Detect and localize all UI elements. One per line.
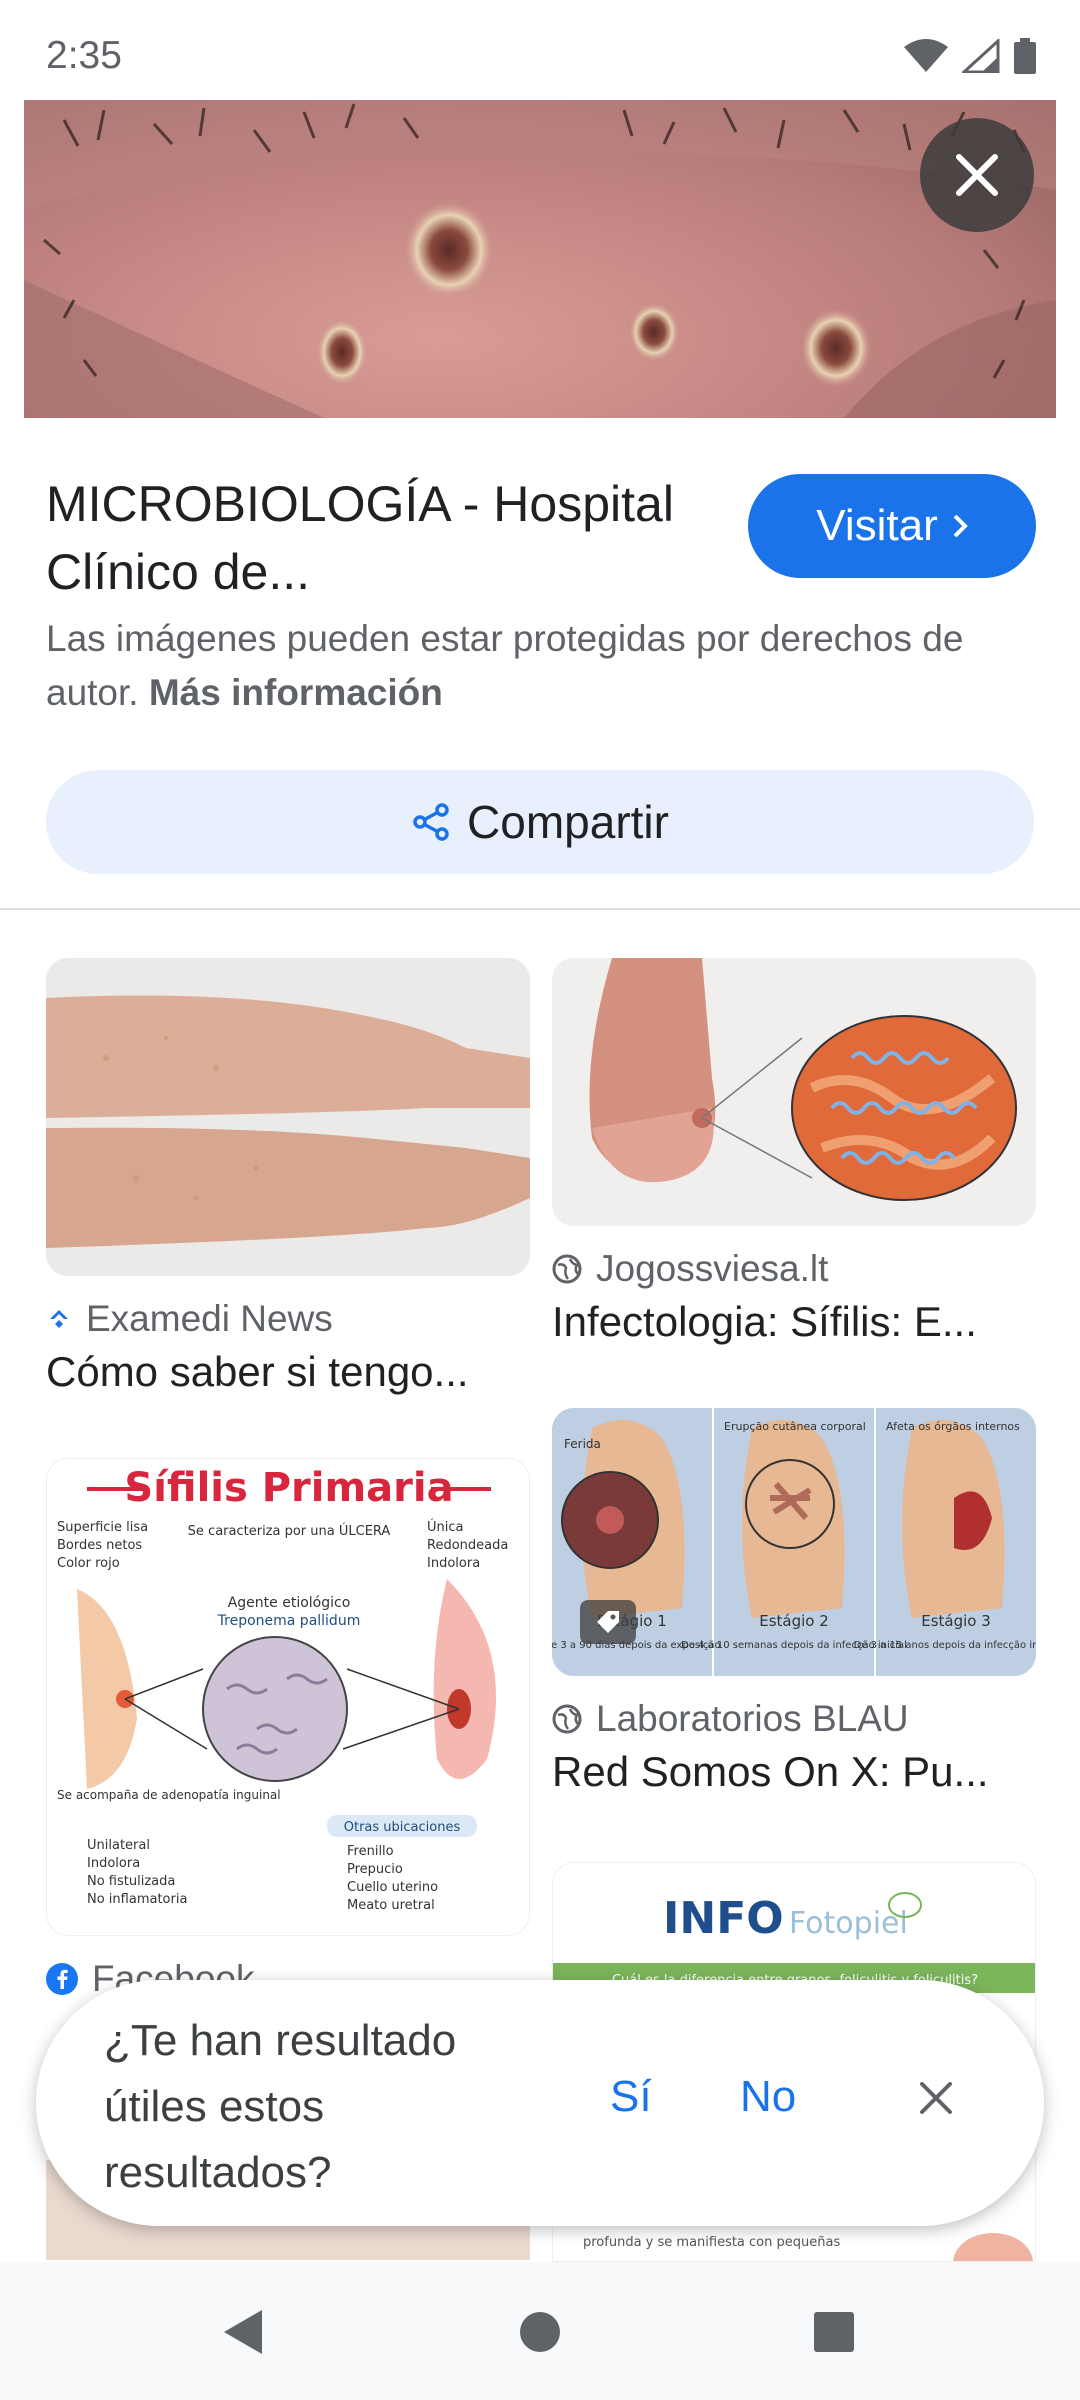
examedi-logo-icon [50, 1310, 68, 1328]
feature-text: Unilateral [87, 1838, 150, 1853]
agent-name: Treponema pallidum [217, 1613, 361, 1629]
status-icons [904, 38, 1036, 74]
stage-desc: De 3 a 15 anos depois da infecção inicia… [854, 1640, 1036, 1651]
close-icon [956, 154, 998, 196]
card-title[interactable]: Infectologia: Sífilis: E... [552, 1298, 1036, 1346]
card-title[interactable]: Red Somos On X: Pu... [552, 1748, 1036, 1796]
share-icon [413, 803, 449, 841]
result-title[interactable]: MICROBIOLOGÍA - Hospital Clínico de... [46, 470, 686, 606]
more-info-link[interactable]: Más información [149, 672, 443, 713]
result-card-jogossviesa[interactable]: Jogossviesa.lt Infectologia: Sífilis: E.… [552, 958, 1036, 1346]
adenopathy-label: Se acompaña de adenopatía inguinal [57, 1788, 281, 1802]
center-text: Se caracteriza por una ÚLCERA [188, 1523, 391, 1539]
recents-square-icon [814, 2312, 854, 2352]
card-source: Examedi News [46, 1298, 530, 1340]
other-locations-label: Otras ubicaciones [344, 1820, 461, 1835]
copyright-notice: Las imágenes pueden estar protegidas por… [46, 612, 1046, 720]
close-button[interactable] [920, 118, 1034, 232]
feature-text: No inflamatoria [87, 1892, 187, 1907]
result-card-examedi[interactable]: Examedi News Cómo saber si tengo... [46, 958, 530, 1396]
stage-label: Afeta os órgãos internos [886, 1420, 1020, 1433]
location-text: Prepucio [347, 1862, 403, 1877]
card-source-name: Examedi News [86, 1298, 333, 1339]
feedback-close-button[interactable] [906, 2068, 966, 2128]
feedback-question: ¿Te han resultado útiles estos resultado… [104, 2016, 457, 2197]
feature-text: Superficie lisa [57, 1520, 148, 1535]
divider [0, 908, 1080, 910]
stage-name: Estágio 2 [759, 1612, 829, 1630]
card-title[interactable]: Cómo saber si tengo... [46, 1348, 530, 1396]
nav-back-button[interactable] [212, 2302, 272, 2362]
home-circle-icon [520, 2312, 560, 2352]
location-text: Meato uretral [347, 1898, 435, 1913]
status-bar: 2:35 [0, 0, 1080, 100]
close-icon [920, 2082, 952, 2114]
feature-text: No fistulizada [87, 1874, 175, 1889]
location-text: Frenillo [347, 1844, 394, 1859]
hero-image[interactable] [24, 100, 1056, 418]
card-source: Laboratorios BLAU [552, 1698, 1036, 1740]
feedback-yes-button[interactable]: Sí [610, 2072, 652, 2122]
location-text: Cuello uterino [347, 1880, 438, 1895]
globe-icon [552, 1704, 582, 1734]
card-source: Jogossviesa.lt [552, 1248, 1036, 1290]
nav-recents-button[interactable] [804, 2302, 864, 2362]
card-thumbnail[interactable]: Ferida Erupção cutânea corporal Afeta os… [552, 1408, 1036, 1676]
card-thumbnail[interactable]: Sífilis Primaria Superficie lisa Bordes … [46, 1458, 530, 1936]
card-source-name: Jogossviesa.lt [596, 1248, 829, 1289]
feedback-no-button[interactable]: No [740, 2072, 796, 2122]
feature-text: Indolora [427, 1556, 480, 1571]
feature-text: Redondeada [427, 1538, 508, 1553]
tag-icon [597, 1611, 619, 1633]
visit-label: Visitar [816, 501, 938, 550]
chevron-right-icon [953, 514, 968, 538]
share-label: Compartir [467, 796, 669, 848]
feature-text: Bordes netos [57, 1538, 142, 1553]
visit-button[interactable]: Visitar [748, 474, 1036, 578]
status-time: 2:35 [46, 34, 122, 77]
card-thumbnail[interactable] [552, 958, 1036, 1226]
brand-main: INFO [663, 1893, 784, 1944]
signal-icon [962, 39, 1000, 73]
stage-label: Erupção cutânea corporal [724, 1420, 866, 1433]
tag-badge [580, 1600, 636, 1644]
result-card-blau[interactable]: Ferida Erupção cutânea corporal Afeta os… [552, 1408, 1036, 1796]
agent-label: Agente etiológico [228, 1595, 351, 1611]
card-thumbnail[interactable] [46, 958, 530, 1276]
wifi-icon [904, 39, 948, 72]
back-triangle-icon [224, 2310, 262, 2354]
card-source-name: Laboratorios BLAU [596, 1698, 909, 1739]
system-nav-bar [0, 2262, 1080, 2400]
infographic-title: Sífilis Primaria [124, 1465, 453, 1511]
brand-sub: Fotopiel [789, 1906, 908, 1941]
stage-name: Estágio 3 [921, 1612, 991, 1630]
globe-icon [552, 1254, 582, 1284]
feature-text: Color rojo [57, 1556, 120, 1571]
stage-label: Ferida [564, 1437, 601, 1451]
share-button[interactable]: Compartir [46, 770, 1034, 874]
nav-home-button[interactable] [510, 2302, 570, 2362]
battery-icon [1014, 38, 1036, 74]
feedback-popup: ¿Te han resultado útiles estos resultado… [36, 1980, 1044, 2226]
feature-text: Indolora [87, 1856, 140, 1871]
result-card-facebook[interactable]: Sífilis Primaria Superficie lisa Bordes … [46, 1458, 530, 2008]
facebook-icon [46, 1963, 78, 1995]
bottom-text: profunda y se manifiesta con pequeñas [583, 2235, 840, 2250]
feature-text: Única [427, 1519, 463, 1535]
